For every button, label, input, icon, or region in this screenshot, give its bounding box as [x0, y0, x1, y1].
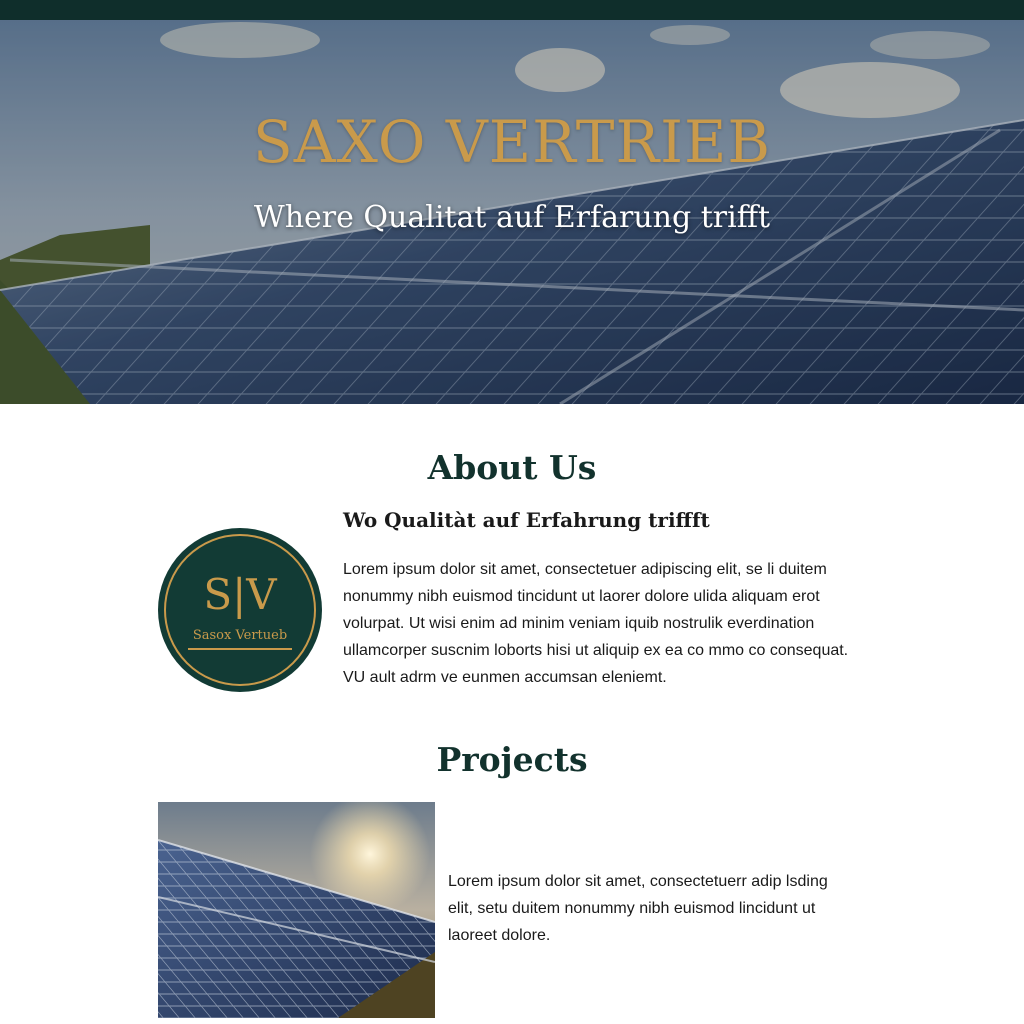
hero-title: SAXO VERTRIEB [253, 108, 771, 176]
project-image [158, 802, 435, 1018]
company-logo: S|V Sasox Vertueb [158, 528, 322, 692]
logo-monogram: S|V [203, 570, 277, 619]
projects-heading: Projects [436, 740, 588, 779]
hero-banner: SAXO VERTRIEB Where Qualitat auf Erfarun… [0, 20, 1024, 404]
about-subheading: Wo Qualitàt auf Erfahrung triffft [343, 508, 710, 532]
logo-name: Sasox Vertueb [192, 628, 288, 643]
hero-subtitle: Where Qualitat auf Erfarung trifft [253, 200, 771, 235]
logo-underline [188, 648, 292, 650]
top-bar [0, 0, 1024, 20]
project-description: Lorem ipsum dolor sit amet, consectetuer… [448, 873, 828, 944]
about-body-text: Lorem ipsum dolor sit amet, consectetuer… [343, 561, 849, 686]
about-heading: About Us [427, 448, 597, 487]
